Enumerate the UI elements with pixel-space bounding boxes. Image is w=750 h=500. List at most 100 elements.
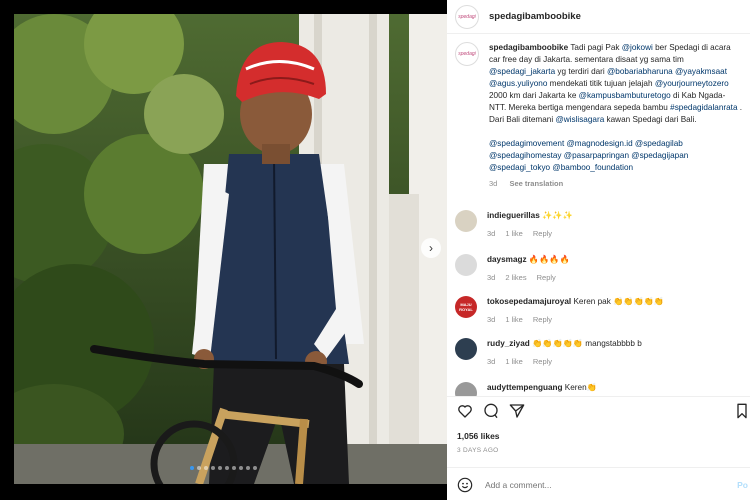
mention-link[interactable]: @yayakmsaat [675,67,727,76]
comment-username[interactable]: daysmagz [487,255,527,264]
comment-meta: 3d 2 likes Reply [487,272,727,284]
comment-age: 3d [487,273,496,282]
comment-age: 3d [487,315,496,324]
comment-age: 3d [487,229,496,238]
post-time: 3 DAYS AGO [457,447,499,454]
carousel-dot [239,466,243,470]
carousel-dot [246,466,250,470]
save-button[interactable] [734,403,750,419]
carousel-dot [211,466,215,470]
mention-link[interactable]: @spedagi_tokyo [489,163,550,172]
mention-link[interactable]: @bamboo_foundation [552,163,633,172]
mention-link[interactable]: #spedagidalanrata [670,103,737,112]
add-comment-bar: Po [447,467,750,500]
comment-text: Keren pak 👏👏👏👏👏 [571,297,665,306]
carousel-dot [225,466,229,470]
mention-link[interactable]: @yourjourneytozero [655,79,729,88]
comment-input[interactable] [485,479,705,490]
comment-username[interactable]: rudy_ziyad [487,339,530,348]
post-header: spedagi spedagibamboobike [447,0,750,34]
mention-link[interactable]: @spedagihomestay [489,151,562,160]
carousel-dots [190,466,257,470]
caption-segment: Tadi pagi Pak [570,43,622,52]
comments-scroll[interactable]: spedagi spedagibamboobike Tadi pagi Pak … [447,34,750,396]
post-caption: spedagi spedagibamboobike Tadi pagi Pak … [455,42,745,190]
caption-age: 3d [489,179,498,188]
mention-link[interactable]: @jokowi [622,43,653,52]
post-comment-button[interactable]: Po [737,480,748,490]
likes-count[interactable]: 1,056 likes [457,431,500,441]
carousel-dot [197,466,201,470]
comment-likes[interactable]: 2 likes [505,273,526,282]
avatar-logo-text: spedagi [458,51,476,57]
caption-meta: 3d See translation [489,178,744,190]
post-details-panel: spedagi spedagibamboobike spedagi spedag… [447,0,750,500]
comment-username[interactable]: tokosepedamajuroyal [487,297,571,306]
bookmark-icon [737,403,747,419]
caption-text: spedagibamboobike Tadi pagi Pak @jokowi … [489,42,744,126]
comment-avatar[interactable] [455,338,477,360]
comment-avatar[interactable] [455,210,477,232]
next-photo-button[interactable]: › [421,238,441,258]
smiley-icon [457,477,473,492]
chevron-right-icon: › [429,241,433,255]
caption-username[interactable]: spedagibamboobike [489,43,568,52]
mention-link[interactable]: @spedagimovement [489,139,564,148]
account-avatar[interactable]: spedagi [455,4,479,29]
like-button[interactable] [457,403,473,419]
caption-segment: kawan Spedagi dari Bali. [604,115,697,124]
comment-text: ✨✨✨ [539,211,573,220]
caption-segment: mendekati titik tujuan jelajah [547,79,655,88]
reply-button[interactable]: Reply [533,315,552,324]
comment-meta: 3d 1 like Reply [487,314,727,326]
comment-likes[interactable]: 1 like [505,357,523,366]
reply-button[interactable]: Reply [537,273,556,282]
avatar-logo-text: spedagi [458,13,476,20]
post-photo[interactable] [14,14,447,484]
post-media: › [0,0,447,500]
cyclist-photo [14,14,447,484]
reply-button[interactable]: Reply [533,229,552,238]
post-actions: 1,056 likes 3 DAYS AGO Po [447,396,750,500]
comment-text: 🔥🔥🔥🔥 [526,255,570,264]
comment-likes[interactable]: 1 like [505,229,523,238]
carousel-dot [232,466,236,470]
comment-avatar[interactable] [455,382,477,396]
comment-row: indieguerillas ✨✨✨ 3d 1 like Reply [455,210,745,240]
mention-link[interactable]: @pasarpapringan [564,151,629,160]
comment-username[interactable]: indieguerillas [487,211,540,220]
mention-link[interactable]: @agus.yuliyono [489,79,547,88]
mention-link[interactable]: @wislisagara [555,115,604,124]
comment-text: 👏👏👏👏👏 mangstabbbb b [529,339,642,348]
comment-avatar[interactable] [455,254,477,276]
comment-icon [484,403,498,419]
carousel-dot [204,466,208,470]
caption-avatar[interactable]: spedagi [455,42,479,66]
mention-link[interactable]: @kampusbambuturetogo [579,91,671,100]
comment-meta: 3d 1 like Reply [487,228,727,240]
caption-segment: 2000 km dari Jakarta ke [489,91,579,100]
comment-row: MAJU ROYAL tokosepedamajuroyal Keren pak … [455,296,745,326]
share-button[interactable] [509,403,525,419]
emoji-button[interactable] [457,477,473,493]
account-username[interactable]: spedagibamboobike [489,11,581,22]
reply-button[interactable]: Reply [533,357,552,366]
caption-tags: @spedagimovement @magnodesign.id @spedag… [489,138,744,174]
carousel-dot [190,466,194,470]
mention-link[interactable]: @spedagi_jakarta [489,67,555,76]
mention-link[interactable]: @spedagijapan [631,151,688,160]
mention-link[interactable]: @spedagilab [635,139,683,148]
comment-row: daysmagz 🔥🔥🔥🔥 3d 2 likes Reply [455,254,745,284]
comment-likes[interactable]: 1 like [505,315,523,324]
see-translation-link[interactable]: See translation [509,179,563,188]
comment-row: rudy_ziyad 👏👏👏👏👏 mangstabbbb b 3d 1 like Re… [455,338,745,368]
mention-link[interactable]: @magnodesign.id [567,139,633,148]
comment-row: audyttempenguang Keren👏 [455,382,745,396]
comment-button[interactable] [483,403,499,419]
comment-username[interactable]: audyttempenguang [487,383,563,392]
mention-link[interactable]: @bobariabharuna [607,67,673,76]
instagram-post-view: › spedagi spedagibamboobike spedagi sped… [0,0,750,500]
comment-avatar[interactable]: MAJU ROYAL [455,296,477,318]
carousel-dot [218,466,222,470]
caption-segment: yg terdiri dari [555,67,607,76]
